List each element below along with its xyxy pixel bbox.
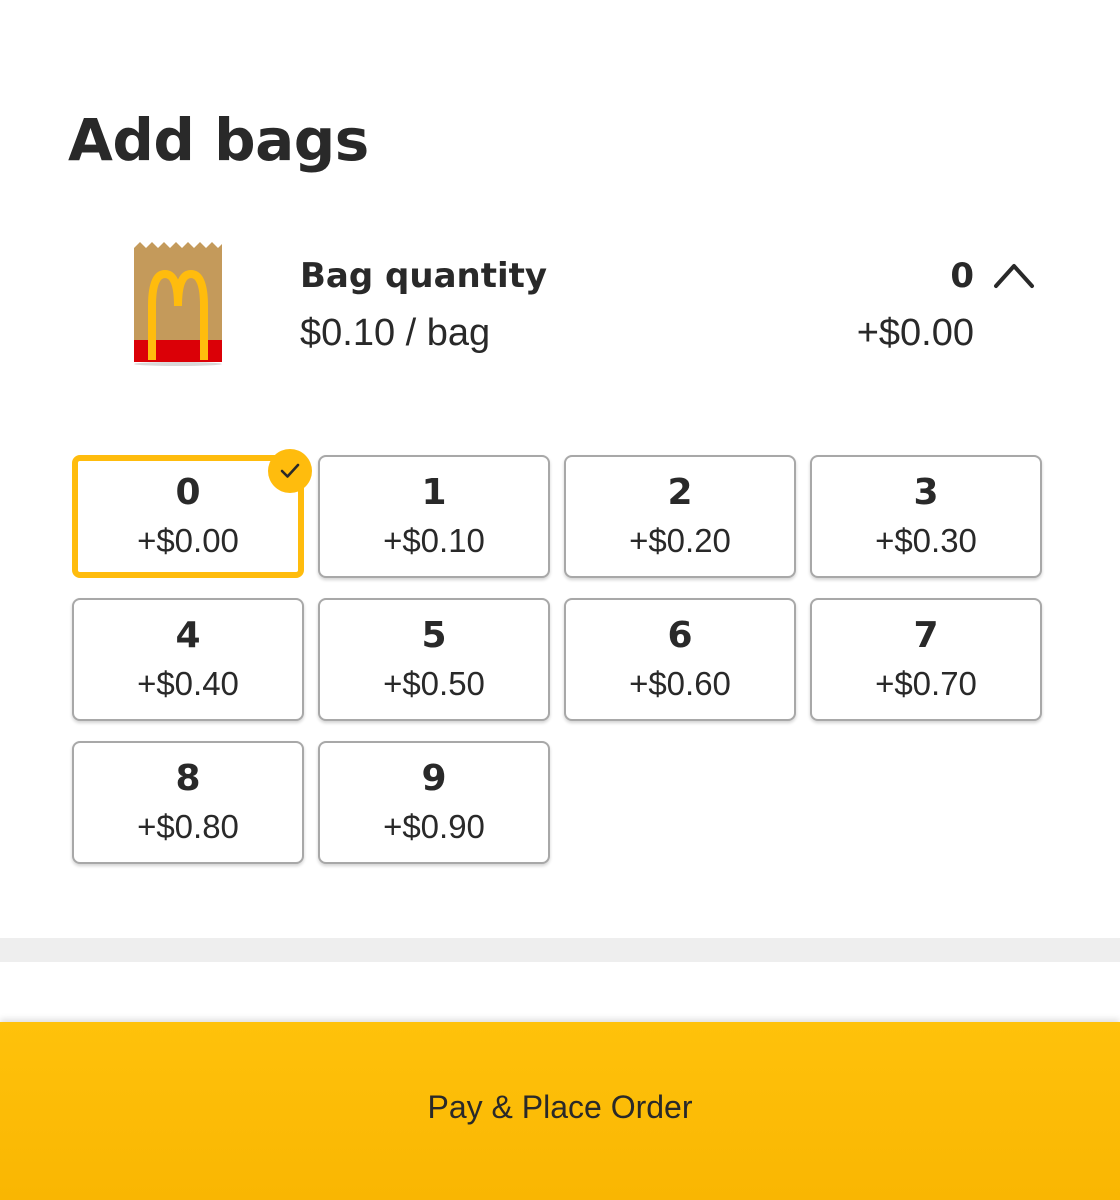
bag-quantity-options: 0 +$0.00 1 +$0.10 2 +$0.20 3 +$0.30 4 +$… [72,449,1042,864]
option-price: +$0.80 [137,807,239,845]
option-number: 8 [175,757,201,799]
quantity-option-2[interactable]: 2 +$0.20 [564,455,796,578]
option-number: 1 [421,471,447,513]
option-price: +$0.00 [137,521,239,559]
mcdonalds-bag-icon [130,242,226,368]
quantity-option-5[interactable]: 5 +$0.50 [318,598,550,721]
quantity-option-8[interactable]: 8 +$0.80 [72,741,304,864]
quantity-option-0[interactable]: 0 +$0.00 [72,449,312,578]
chevron-up-icon[interactable] [992,256,1036,292]
pay-place-order-button[interactable]: Pay & Place Order [0,1022,1120,1200]
quantity-option-3[interactable]: 3 +$0.30 [810,455,1042,578]
option-number: 5 [421,614,447,656]
quantity-option-7[interactable]: 7 +$0.70 [810,598,1042,721]
option-price: +$0.30 [875,521,977,559]
page-title: Add bags [68,106,369,174]
quantity-option-9[interactable]: 9 +$0.90 [318,741,550,864]
option-price: +$0.90 [383,807,485,845]
option-price: +$0.60 [629,664,731,702]
option-number: 6 [667,614,693,656]
option-number: 9 [421,757,447,799]
checkmark-icon [268,449,312,493]
option-number: 2 [667,471,693,513]
option-price: +$0.20 [629,521,731,559]
quantity-option-6[interactable]: 6 +$0.60 [564,598,796,721]
option-price: +$0.50 [383,664,485,702]
quantity-option-1[interactable]: 1 +$0.10 [318,455,550,578]
option-price: +$0.10 [383,521,485,559]
option-number: 4 [175,614,201,656]
option-price: +$0.70 [875,664,977,702]
selected-quantity: 0 [950,256,974,296]
pay-button-label: Pay & Place Order [427,1088,693,1125]
quantity-option-4[interactable]: 4 +$0.40 [72,598,304,721]
option-price: +$0.40 [137,664,239,702]
bag-quantity-title: Bag quantity [300,256,548,296]
option-number: 3 [913,471,939,513]
bag-total-price: +$0.00 [856,312,974,354]
option-number: 7 [913,614,939,656]
option-number: 0 [175,471,201,513]
bag-unit-price: $0.10 / bag [300,312,491,354]
section-divider [0,938,1120,962]
